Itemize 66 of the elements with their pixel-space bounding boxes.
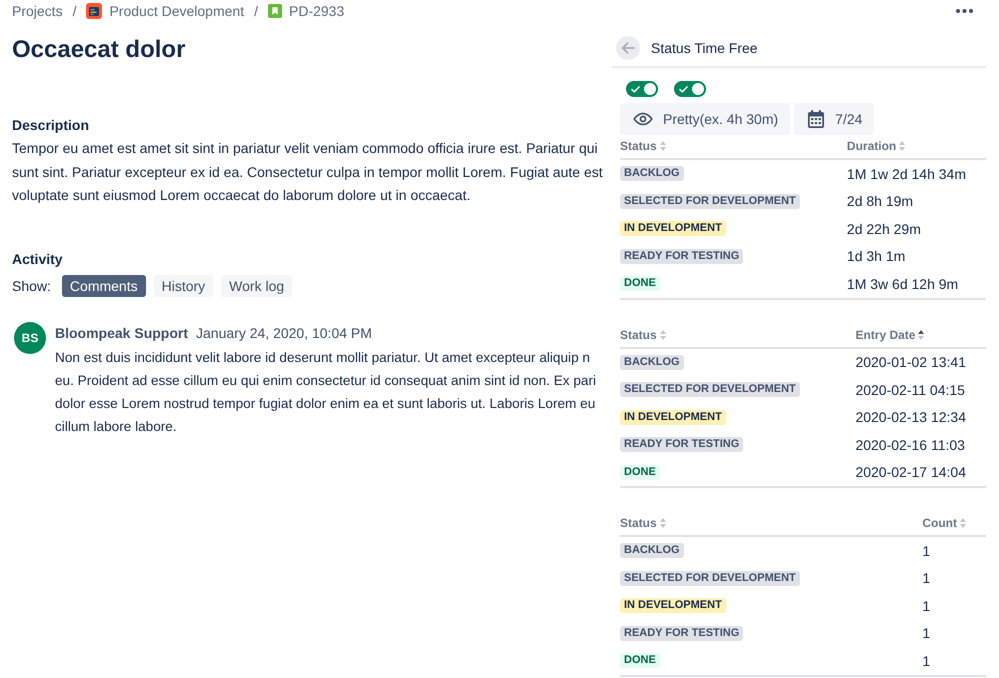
status-lozenge: SELECTED FOR DEVELOPMENT (620, 194, 800, 209)
table-cell-text: 2020-02-16 11:03 (855, 436, 965, 455)
calendar-button[interactable]: 7/24 (794, 103, 874, 135)
column-header[interactable]: Status (620, 326, 666, 342)
status-lozenge: READY FOR TESTING (620, 248, 744, 264)
format-button[interactable]: Pretty(ex. 4h 30m) (620, 103, 790, 135)
table-cell-text: 1d 3h 1m (846, 247, 906, 266)
table-cell-text: 1M 1w 2d 14h 34m (846, 164, 966, 184)
status-lozenge: IN DEVELOPMENT (620, 598, 726, 614)
table-cell-text: 2020-01-02 13:41 (855, 353, 966, 372)
status-lozenge: DONE (620, 276, 660, 292)
status-lozenge: DONE (620, 653, 660, 668)
column-header[interactable]: Count (922, 515, 966, 531)
toggle-switch[interactable] (674, 81, 706, 97)
activity-tab[interactable]: History (154, 274, 214, 296)
status-lozenge: BACKLOG (620, 166, 684, 182)
comment-date: January 24, 2020, 10:04 PM (196, 324, 372, 342)
more-icon[interactable] (956, 9, 973, 13)
activity-heading: Activity (12, 250, 63, 268)
status-lozenge: IN DEVELOPMENT (620, 410, 726, 425)
user-avatar: BS (14, 322, 46, 354)
check-icon (631, 86, 640, 92)
column-header[interactable]: Status (620, 515, 666, 531)
activity-tab[interactable]: Comments (62, 274, 146, 296)
issue-title: Occaecat dolor (12, 36, 186, 64)
table-cell-text: 1 (922, 542, 930, 561)
table-cell-text: 2d 8h 19m (846, 192, 914, 212)
breadcrumb-link[interactable]: Projects (12, 1, 63, 21)
status-lozenge: DONE (620, 464, 660, 480)
bookmark-icon (268, 4, 282, 18)
table-cell-text: 1M 3w 6d 12h 9m (846, 274, 958, 294)
breadcrumb-separator: / (72, 2, 76, 21)
table-cell-text: 2d 22h 29m (846, 220, 921, 239)
status-lozenge: BACKLOG (620, 543, 684, 558)
table-cell-text: 1 (922, 652, 930, 671)
comment-text: Non est duis incididunt velit labore id deserunt mollit pariatur. Ut amet excepteur aliquip n eu. Proident ad esse cillum eu qui enim consectetur id consequat anim sint id non. Ex pari dolor esse Lorem nostrud tempor fugiat dolor enim ea et sunt laboris ut. Laboris Lorem eu cillum labore labore. (55, 348, 596, 436)
column-header[interactable]: Entry Date (855, 326, 924, 342)
calendar-icon (807, 110, 826, 128)
activity-tab[interactable]: Work log (221, 274, 292, 296)
table-cell-text: 2020-02-13 12:34 (855, 408, 966, 428)
check-icon (679, 86, 688, 92)
table-cell-text: 2020-02-11 04:15 (855, 380, 965, 400)
table-cell-text: 1 (922, 569, 930, 588)
toggle-switch[interactable] (626, 81, 658, 97)
status-lozenge: READY FOR TESTING (620, 626, 744, 641)
status-lozenge: READY FOR TESTING (620, 437, 744, 452)
table-cell-text: 2020-02-17 14:04 (855, 463, 966, 482)
status-lozenge: IN DEVELOPMENT (620, 221, 726, 236)
arrow-left-icon (621, 42, 635, 54)
status-lozenge: SELECTED FOR DEVELOPMENT (620, 382, 800, 398)
status-lozenge: BACKLOG (620, 354, 684, 370)
table-cell-text: 1 (922, 624, 930, 644)
breadcrumb-link[interactable]: PD-2933 (268, 1, 344, 21)
project-icon (86, 3, 102, 19)
status-lozenge: SELECTED FOR DEVELOPMENT (620, 570, 800, 586)
breadcrumb-separator: / (254, 2, 258, 21)
show-label: Show: (12, 276, 51, 296)
column-header[interactable]: Duration (846, 138, 906, 154)
description-text: Tempor eu amet est amet sit sint in pariatur velit veniam commodo officia irure est. Pariatur qui sunt sint. Pariatur excepteur ex id ea. Consectetur culpa in tempor mollit Lorem. Fugiat aute est voluptate sunt eiusmod Lorem occaecat do laborum dolore ut in occaecat. (12, 139, 604, 205)
table-cell-text: 1 (922, 596, 930, 616)
breadcrumb-link[interactable]: Product Development (86, 1, 244, 21)
column-header[interactable]: Status (620, 138, 666, 154)
description-heading: Description (12, 116, 90, 135)
eye-icon (633, 112, 653, 126)
comment-author[interactable]: Bloompeak Support (55, 322, 188, 342)
panel-title: Status Time Free (651, 39, 758, 58)
